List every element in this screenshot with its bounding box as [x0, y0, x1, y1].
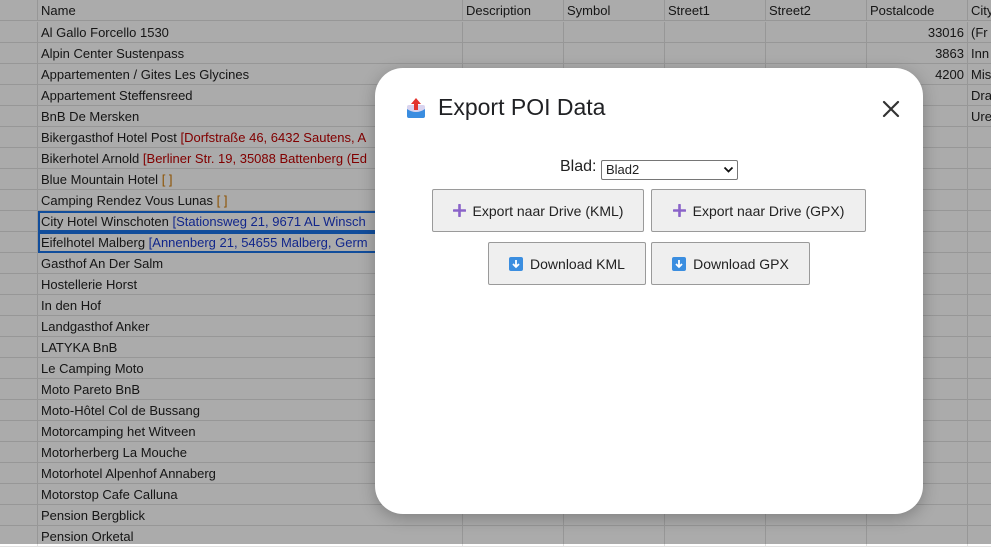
download-icon — [509, 256, 524, 271]
plus-icon — [452, 204, 466, 217]
blad-select-value: Blad2 — [606, 162, 640, 177]
export-kml-button[interactable]: Export naar Drive (KML) — [432, 189, 644, 232]
dialog-title: Export POI Data — [438, 94, 606, 120]
download-kml-button[interactable]: Download KML — [488, 242, 646, 285]
close-icon[interactable] — [879, 97, 903, 121]
blad-label: Blad: — [560, 158, 597, 175]
export-upload-icon — [407, 98, 425, 118]
blad-select[interactable]: Blad2 — [601, 160, 738, 180]
download-gpx-label: Download GPX — [693, 255, 789, 272]
download-icon — [672, 256, 687, 271]
export-gpx-button[interactable]: Export naar Drive (GPX) — [651, 189, 866, 232]
export-dialog: Export POI Data Blad: Blad2 Export naar … — [375, 68, 923, 514]
download-kml-label: Download KML — [530, 255, 625, 272]
plus-icon — [672, 204, 686, 217]
chevron-down-icon — [723, 166, 734, 173]
export-gpx-label: Export naar Drive (GPX) — [692, 202, 845, 219]
export-kml-label: Export naar Drive (KML) — [472, 202, 624, 219]
download-gpx-button[interactable]: Download GPX — [651, 242, 810, 285]
